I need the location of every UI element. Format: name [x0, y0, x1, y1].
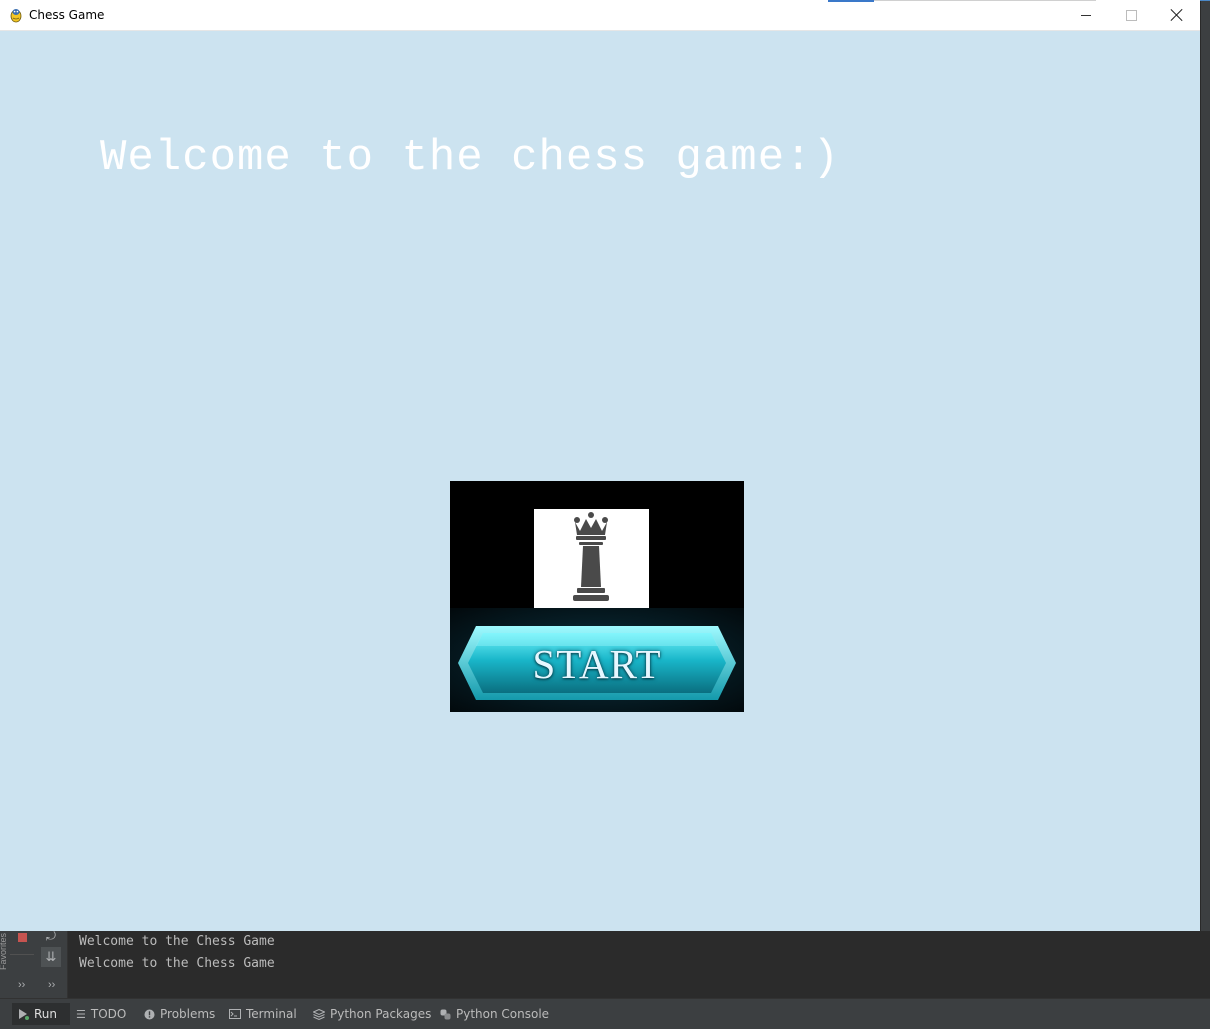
scroll-to-end-icon[interactable]: ⇊: [41, 947, 61, 967]
tool-window-problems[interactable]: Problems: [144, 1003, 215, 1025]
run-console[interactable]: Welcome to the Chess Game Welcome to the…: [0, 931, 1210, 998]
minimize-icon: [1081, 14, 1091, 16]
start-button[interactable]: START: [456, 622, 738, 704]
more-actions-icon[interactable]: ››: [18, 979, 25, 991]
start-panel: START: [450, 481, 744, 712]
more-actions-icon[interactable]: ››: [48, 979, 55, 991]
console-output-line: Welcome to the Chess Game: [79, 956, 275, 971]
welcome-heading: Welcome to the chess game:): [100, 133, 840, 183]
queen-image: [534, 509, 649, 608]
pygame-snake-icon: [10, 9, 22, 23]
tool-window-python-packages[interactable]: Python Packages: [313, 1003, 431, 1025]
maximize-button[interactable]: [1108, 0, 1154, 30]
window-title: Chess Game: [29, 8, 105, 22]
ide-background: [1200, 0, 1210, 932]
tool-window-python-console[interactable]: Python Console: [440, 1003, 549, 1025]
maximize-icon: [1125, 9, 1137, 21]
close-icon: [1171, 9, 1183, 21]
run-icon: [18, 1008, 29, 1020]
terminal-icon: [229, 1009, 241, 1019]
rerun-icon[interactable]: ⤾: [46, 929, 56, 944]
minimize-button[interactable]: [1063, 0, 1109, 30]
favorites-side-tab[interactable]: Favorites: [0, 931, 8, 998]
title-bar[interactable]: Chess Game: [0, 0, 1200, 31]
info-icon: [144, 1009, 155, 1020]
python-icon: [440, 1009, 451, 1020]
tool-window-bar: Run ☰ TODO Problems Terminal Python Pack…: [0, 998, 1210, 1029]
tool-window-run[interactable]: Run: [12, 1003, 70, 1025]
stop-icon[interactable]: [18, 933, 27, 942]
close-button[interactable]: [1154, 0, 1200, 30]
chess-queen-icon: [573, 512, 609, 601]
run-toolbar: ⤾ ⇊ ›› ››: [8, 929, 68, 998]
tool-window-todo[interactable]: ☰ TODO: [76, 1003, 126, 1025]
game-window: Chess Game Welcome to the chess game:) S…: [0, 0, 1200, 931]
tool-window-terminal[interactable]: Terminal: [229, 1003, 297, 1025]
list-icon: ☰: [76, 1007, 86, 1021]
start-button-label: START: [532, 641, 662, 687]
start-button-area: START: [450, 608, 744, 712]
layers-icon: [313, 1008, 325, 1020]
console-output-line: Welcome to the Chess Game: [79, 934, 275, 949]
